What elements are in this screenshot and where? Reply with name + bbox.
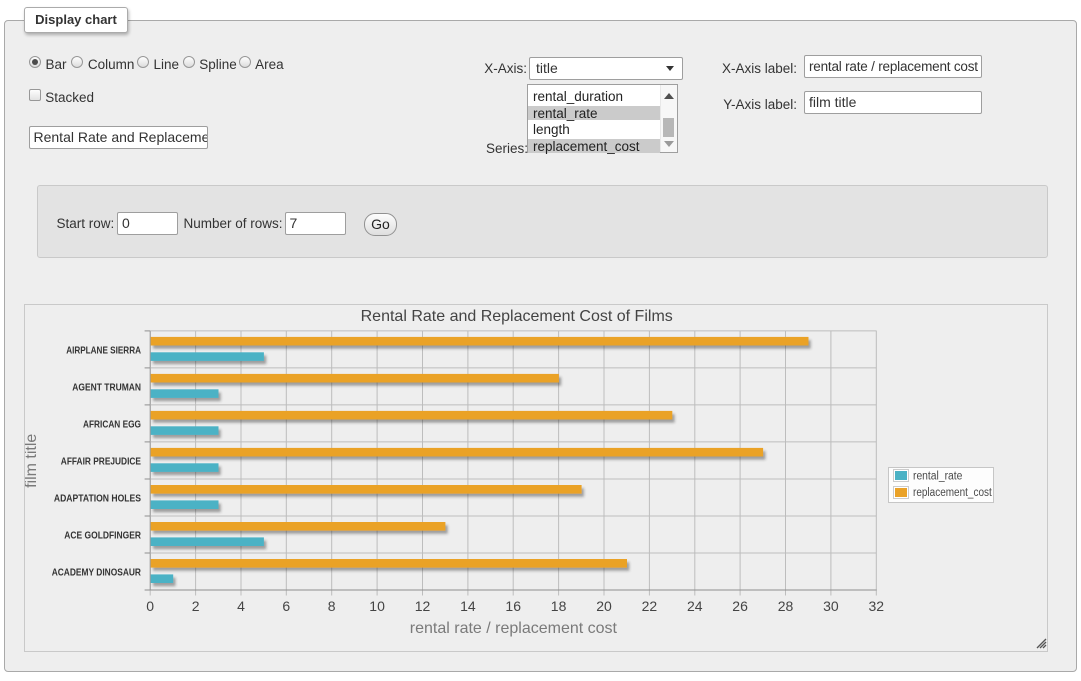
svg-text:replacement_cost: replacement_cost (913, 487, 992, 499)
svg-text:20: 20 (596, 598, 612, 614)
svg-text:10: 10 (369, 598, 385, 614)
svg-text:ADAPTATION HOLES: ADAPTATION HOLES (54, 493, 141, 505)
svg-text:AIRPLANE SIERRA: AIRPLANE SIERRA (66, 345, 141, 357)
svg-text:22: 22 (642, 598, 658, 614)
svg-text:12: 12 (415, 598, 431, 614)
svg-text:ACE GOLDFINGER: ACE GOLDFINGER (64, 530, 141, 542)
svg-text:2: 2 (192, 598, 200, 614)
svg-text:AGENT TRUMAN: AGENT TRUMAN (72, 382, 141, 394)
svg-text:rental rate / replacement cost: rental rate / replacement cost (410, 620, 618, 637)
svg-text:film title: film title (25, 434, 40, 488)
svg-text:18: 18 (551, 598, 567, 614)
svg-text:28: 28 (778, 598, 794, 614)
svg-text:32: 32 (869, 598, 885, 614)
svg-text:6: 6 (282, 598, 290, 614)
svg-text:Rental Rate and Replacement Co: Rental Rate and Replacement Cost of Film… (361, 308, 673, 325)
svg-text:AFFAIR PREJUDICE: AFFAIR PREJUDICE (61, 456, 141, 468)
svg-text:14: 14 (460, 598, 476, 614)
svg-text:0: 0 (146, 598, 154, 614)
svg-text:4: 4 (237, 598, 245, 614)
svg-text:ACADEMY DINOSAUR: ACADEMY DINOSAUR (52, 567, 142, 579)
svg-text:rental_rate: rental_rate (913, 471, 962, 483)
svg-text:16: 16 (505, 598, 521, 614)
svg-text:30: 30 (823, 598, 839, 614)
svg-text:26: 26 (732, 598, 748, 614)
svg-text:24: 24 (687, 598, 703, 614)
svg-text:AFRICAN EGG: AFRICAN EGG (83, 419, 141, 431)
svg-text:8: 8 (328, 598, 336, 614)
